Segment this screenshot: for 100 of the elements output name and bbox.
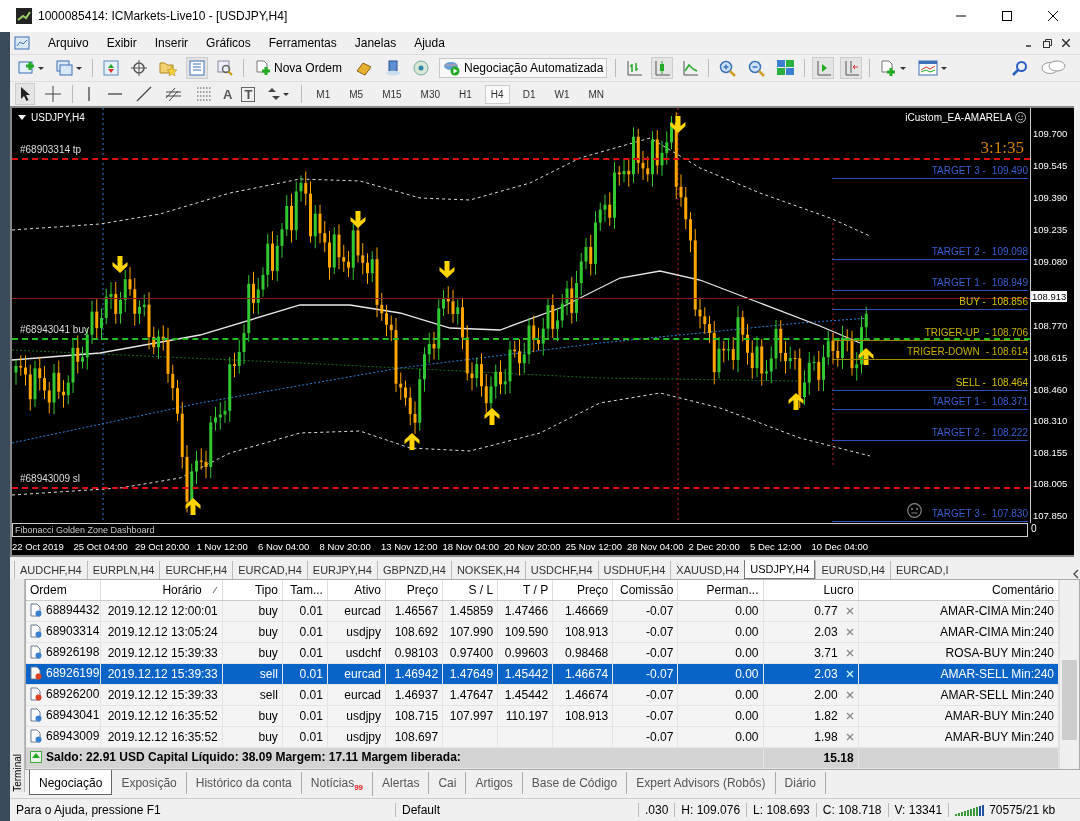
table-cell: buy [258, 730, 278, 744]
date-tick: 20 Nov 20:00 [504, 540, 562, 552]
level-label: TRIGER-DOWN [906, 346, 980, 358]
column-header[interactable]: Perman... [677, 580, 763, 601]
terminal-side-label: Terminal [11, 753, 23, 792]
timeframe-button[interactable]: H1 [454, 85, 477, 103]
timeframe-button[interactable]: M5 [344, 85, 369, 103]
terminal-tab[interactable]: Alertas [373, 772, 430, 794]
auto-trading-button[interactable]: Negociação Automatizada [439, 58, 608, 78]
menu-item[interactable]: Ferramentas [268, 36, 337, 50]
label-tool[interactable]: T [241, 86, 256, 102]
timeframe-button[interactable]: M30 [415, 85, 446, 103]
order-row[interactable]: 68943009 2019.12.12 16:35:52 buy 0.01 usdjpy 108.697 -0.07 0.00 1.98 AMAR-BUY Min:240 [26, 726, 1059, 748]
order-row[interactable]: 68926200 2019.12.12 15:39:33 sell 0.01 eurcad 1.46937 1.47647 1.45442 1.46674 -0.07 0.00 2.00 AMAR-SELL Min:240 [26, 684, 1059, 706]
table-cell: 2019.12.12 16:35:52 [107, 730, 218, 744]
table-cell: 108.697 [394, 730, 439, 744]
order-row[interactable]: 68943041 2019.12.12 16:35:52 buy 0.01 usdjpy 108.715 107.997 110.197 108.913 -0.07 0.00 1.82 AMAR-BUY Min:240 [26, 705, 1059, 727]
menu-item[interactable]: Inserir [154, 36, 189, 50]
level-price: - 108.706 [985, 327, 1028, 339]
column-header[interactable]: Lucro [763, 580, 859, 601]
current-price-tag: 108.913 [1031, 290, 1068, 302]
date-tick: 29 Oct 20:00 [135, 540, 191, 552]
menu-item[interactable]: Gráficos [206, 36, 251, 50]
table-cell: 1.82 [814, 709, 838, 723]
terminal-tab[interactable]: Base de Código [522, 772, 628, 794]
table-cell: sell [259, 688, 278, 702]
table-cell: 108.913 [564, 709, 609, 723]
terminal-tab[interactable]: Diário [775, 772, 826, 794]
chart-tab[interactable]: USDJPY,H4 [744, 560, 816, 579]
order-row[interactable]: 68926198 2019.12.12 15:39:33 buy 0.01 usdchf 0.98103 0.97400 0.99603 0.98468 -0.07 0.00 3.71 ROSA-BUY Min:240 [26, 642, 1059, 664]
status-volume: V: 13341 [888, 803, 950, 817]
column-header[interactable]: Preço [552, 580, 613, 601]
column-header[interactable]: Ordem [26, 580, 101, 601]
column-header[interactable]: Preço [385, 580, 443, 601]
table-cell: 2019.12.12 13:05:24 [107, 625, 218, 639]
level-label: BUY - [959, 296, 986, 308]
date-tick: 25 Nov 12:00 [565, 540, 623, 552]
level-label: TRIGER-UP [924, 327, 980, 339]
terminal-tab[interactable]: Expert Advisors (Robôs) [627, 772, 776, 794]
timeframe-button[interactable]: M15 [377, 85, 407, 103]
terminal-tab[interactable]: Exposição [112, 772, 187, 794]
status-profile[interactable]: Default [396, 803, 639, 817]
terminal-tab[interactable]: Notícias$_{99}$ [301, 772, 374, 797]
order-line-label: #68943009 sl [20, 472, 81, 484]
menu-item[interactable]: Ajuda [414, 36, 445, 50]
price-tick: 108.005 [1033, 478, 1068, 489]
column-header[interactable]: Comentário [858, 580, 1059, 601]
menu-item[interactable]: Arquivo [48, 36, 89, 50]
table-cell: AMAR-BUY Min:240 [944, 709, 1054, 723]
text-tool[interactable]: A [223, 86, 233, 102]
table-cell: AMAR-SELL Min:240 [940, 688, 1054, 702]
table-cell: 0.77 [814, 604, 838, 618]
table-cell: 68926200 [46, 686, 100, 701]
column-header[interactable]: T / P [497, 580, 553, 601]
timeframe-button[interactable]: H4 [485, 85, 509, 103]
table-cell: AMAR-CIMA Min:240 [939, 625, 1054, 639]
table-cell: 2019.12.12 15:39:33 [107, 688, 218, 702]
status-high-price: H: 109.076 [675, 803, 748, 817]
table-cell: 1.46937 [394, 688, 439, 702]
order-row[interactable]: 68903314 2019.12.12 13:05:24 buy 0.01 usdjpy 108.692 107.990 109.590 108.913 -0.07 0.00 2.03 AMAR-CIMA Min:240 [26, 621, 1059, 643]
column-header[interactable]: Tipo [222, 580, 283, 601]
column-header[interactable]: Tam... [282, 580, 328, 601]
menu-item[interactable]: Exibir [106, 36, 137, 50]
table-cell: 0.00 [735, 646, 759, 660]
terminal-tab[interactable]: Histórico da conta [186, 772, 302, 794]
table-cell: 1.46674 [564, 667, 609, 681]
date-tick: 10 Dec 04:00 [811, 540, 869, 552]
order-row[interactable]: 68894432 2019.12.12 12:00:01 buy 0.01 eurcad 1.46567 1.45859 1.47466 1.46669 -0.07 0.00 0.77 AMAR-CIMA Min:240 [26, 600, 1059, 622]
date-tick: 25 Oct 04:00 [73, 540, 129, 552]
status-close-price: C: 108.718 [816, 803, 889, 817]
timeframe-button[interactable]: M1 [311, 85, 336, 103]
terminal-tab[interactable]: Cai [429, 772, 467, 794]
table-cell: 0.01 [299, 667, 323, 681]
order-row[interactable]: 68926199 2019.12.12 15:39:33 sell 0.01 eurcad 1.46942 1.47649 1.45442 1.46674 -0.07 0.00 2.03 AMAR-SELL Min:240 [26, 663, 1059, 685]
column-header[interactable]: S / L [442, 580, 498, 601]
indicator-name: iCustom_EA-AMARELA [905, 112, 1012, 123]
status-help-text: Para o Ajuda, pressione F1 [10, 803, 396, 817]
column-header[interactable]: Comissão [612, 580, 678, 601]
total-profit: 15.18 [823, 751, 854, 765]
price-tick: 109.700 [1033, 128, 1068, 139]
table-cell: 1.45442 [504, 667, 549, 681]
timeframe-button[interactable]: W1 [549, 85, 575, 103]
column-header[interactable]: Ativo [327, 580, 386, 601]
window-title: 1000085414: ICMarkets-Live10 - [USDJPY,H4] [38, 9, 288, 23]
table-cell: eurcad [344, 604, 381, 618]
level-price: 108.949 [991, 277, 1028, 289]
level-price: - 108.614 [985, 346, 1028, 358]
terminal-tab[interactable]: Artigos [466, 772, 523, 794]
table-cell: 2019.12.12 15:39:33 [107, 646, 218, 660]
table-cell: 1.47647 [449, 688, 494, 702]
table-cell: ROSA-BUY Min:240 [945, 646, 1054, 660]
table-cell: buy [258, 709, 278, 723]
column-header[interactable]: Horário [100, 580, 223, 601]
timeframe-button[interactable]: D1 [517, 85, 541, 103]
new-order-button[interactable]: Nova Ordem [252, 59, 346, 77]
table-cell: 68926198 [46, 644, 100, 659]
menu-item[interactable]: Janelas [354, 36, 397, 50]
terminal-tab[interactable]: Negociação [29, 770, 113, 795]
account-summary: Saldo: 22.91 USD Capital Líquido: 38.09 Margem: 17.11 Margem liberada: [46, 750, 461, 764]
timeframe-button[interactable]: MN [583, 85, 609, 103]
